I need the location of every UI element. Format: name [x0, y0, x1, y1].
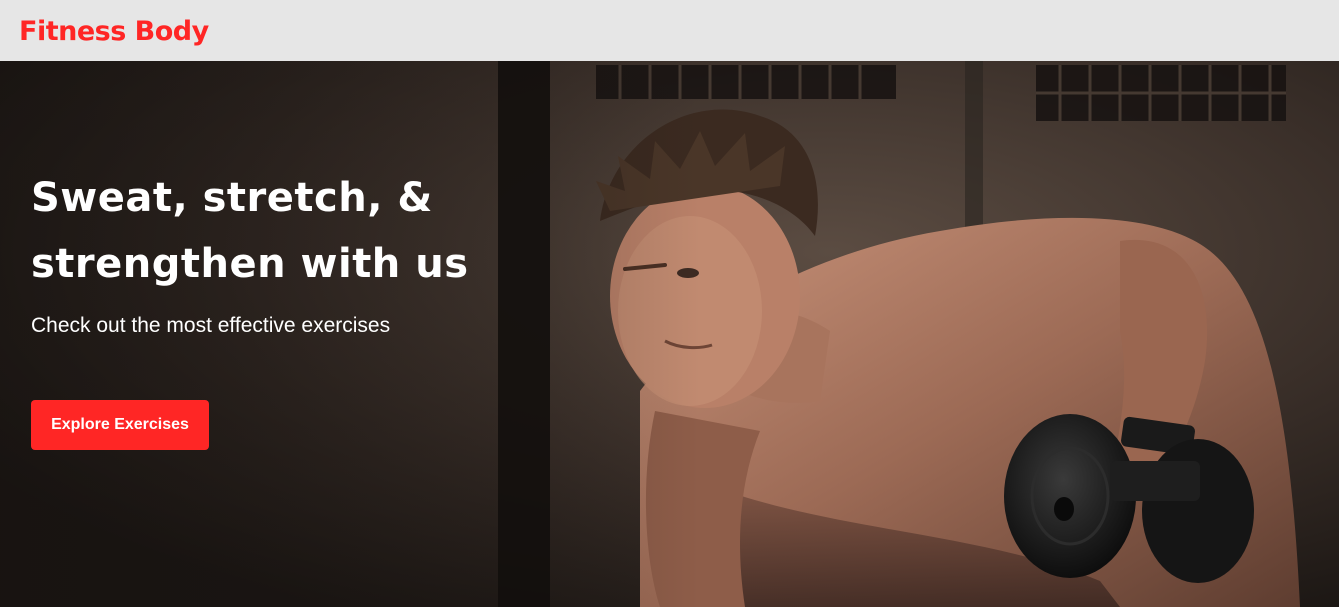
- explore-exercises-button[interactable]: Explore Exercises: [31, 400, 209, 450]
- hero-subtitle: Check out the most effective exercises: [31, 314, 391, 337]
- navbar: Fitness Body: [0, 0, 1339, 61]
- hero-headline-line2: strengthen with us: [31, 241, 469, 287]
- hero-banner: Sweat, stretch, & strengthen with us Che…: [0, 61, 1339, 607]
- hero-headline: Sweat, stretch, & strengthen with us: [31, 165, 531, 297]
- hero-headline-line1: Sweat, stretch, &: [31, 175, 433, 221]
- brand-logo[interactable]: Fitness Body: [19, 14, 209, 50]
